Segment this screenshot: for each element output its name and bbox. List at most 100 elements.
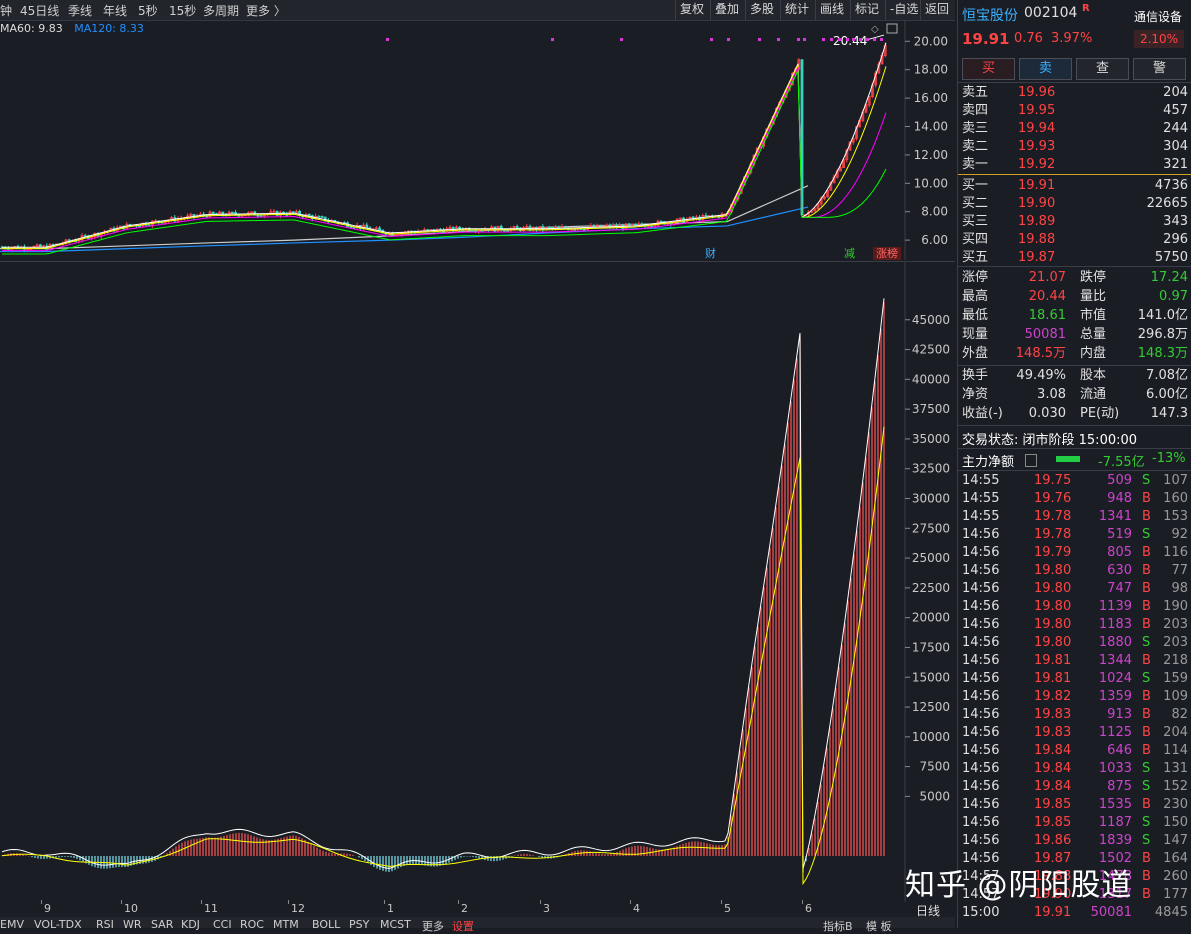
asks-row[interactable]: 卖一 19.92 321: [962, 156, 1188, 174]
buy-button[interactable]: 买: [962, 58, 1015, 80]
bids-row[interactable]: 买四 19.88 296: [962, 231, 1188, 249]
macd-chart[interactable]: 45000 42500 40000 37500 35000 32500 30000 27500…: [0, 262, 955, 902]
tick-row[interactable]: 14:56 19.80 630 B 77: [962, 562, 1188, 580]
query-button[interactable]: 查: [1076, 58, 1129, 80]
event-marker[interactable]: [830, 38, 833, 41]
bids-row[interactable]: 买一 19.91 4736: [962, 177, 1188, 195]
main-flow-label[interactable]: 主力净额: [962, 451, 1014, 470]
period-tab-7[interactable]: 更多 〉: [246, 2, 286, 19]
event-marker[interactable]: [803, 38, 806, 41]
indicator-tab-9[interactable]: BOLL: [312, 918, 340, 931]
tick-row[interactable]: 14:56 19.80 747 B 98: [962, 580, 1188, 598]
tick-row[interactable]: 14:56 19.85 1535 B 230: [962, 796, 1188, 814]
indicator-tab-12[interactable]: 更多: [422, 918, 444, 934]
period-tab-2[interactable]: 季线: [68, 2, 92, 19]
indicator-tab-4[interactable]: SAR: [151, 918, 173, 931]
industry-label[interactable]: 通信设备: [1134, 8, 1182, 25]
event-marker[interactable]: [838, 38, 841, 41]
tick-row[interactable]: 14:55 19.78 1341 B 153: [962, 508, 1188, 526]
indicator-tab-1[interactable]: VOL-TDX: [34, 918, 82, 931]
asks-row[interactable]: 卖二 19.93 304: [962, 138, 1188, 156]
indicator-tab-5[interactable]: KDJ: [181, 918, 200, 931]
event-marker[interactable]: [727, 38, 730, 41]
event-marker[interactable]: [551, 38, 554, 41]
tool-button-0[interactable]: 复权: [675, 0, 708, 20]
event-marker[interactable]: [859, 38, 862, 41]
event-marker[interactable]: [846, 38, 849, 41]
tick-row[interactable]: 14:56 19.80 1183 B 203: [962, 616, 1188, 634]
price-chart[interactable]: 20.00 18.00 16.00 14.00 12.00 10.00 8.00 6.00 20…: [0, 20, 955, 260]
period-tab-3[interactable]: 年线: [103, 2, 127, 19]
tick-row[interactable]: 14:56 19.84 1033 S 131: [962, 760, 1188, 778]
event-marker[interactable]: [386, 38, 389, 41]
stat-value: 17.24: [1150, 270, 1188, 285]
tick-row[interactable]: 14:55 19.76 948 B 160: [962, 490, 1188, 508]
tick-row[interactable]: 14:56 19.83 913 B 82: [962, 706, 1188, 724]
tick-row[interactable]: 14:56 19.81 1024 S 159: [962, 670, 1188, 688]
limit-up-marker[interactable]: 涨榜: [876, 246, 898, 260]
asks-row[interactable]: 卖五 19.96 204: [962, 84, 1188, 102]
tick-row[interactable]: 14:56 19.80 1139 B 190: [962, 598, 1188, 616]
tick-row[interactable]: 14:56 19.79 805 B 116: [962, 544, 1188, 562]
period-tab-0[interactable]: 钟: [0, 2, 12, 19]
tool-button-2[interactable]: 多股: [745, 0, 778, 20]
indicator-tab-15[interactable]: 模 板: [866, 918, 892, 934]
period-tab-5[interactable]: 15秒: [169, 2, 196, 19]
tool-button-1[interactable]: 叠加: [710, 0, 743, 20]
asks-row[interactable]: 卖三 19.94 244: [962, 120, 1188, 138]
period-tab-1[interactable]: 45日线: [20, 2, 59, 19]
tick-row[interactable]: 15:00 19.91 50081 4845: [962, 904, 1188, 922]
event-marker[interactable]: [777, 38, 780, 41]
tick-volume: 509: [1107, 473, 1132, 488]
indicator-tab-11[interactable]: MCST: [380, 918, 411, 931]
diamond-icon[interactable]: ◇: [871, 24, 879, 35]
tick-row[interactable]: 14:56 19.84 646 B 114: [962, 742, 1188, 760]
event-marker[interactable]: [866, 38, 869, 41]
event-marker[interactable]: [822, 38, 825, 41]
event-marker[interactable]: [758, 38, 761, 41]
indicator-tab-8[interactable]: MTM: [273, 918, 299, 931]
event-marker[interactable]: [852, 38, 855, 41]
event-marker[interactable]: [797, 38, 800, 41]
tick-row[interactable]: 14:56 19.83 1125 B 204: [962, 724, 1188, 742]
indicator-tab-10[interactable]: PSY: [349, 918, 369, 931]
tick-row[interactable]: 14:56 19.82 1359 B 109: [962, 688, 1188, 706]
bids-row[interactable]: 买五 19.87 5750: [962, 249, 1188, 267]
indicator-tab-14[interactable]: 指标B: [823, 918, 853, 934]
tool-button-4[interactable]: 画线: [815, 0, 848, 20]
bids-row[interactable]: 买三 19.89 343: [962, 213, 1188, 231]
tool-button-3[interactable]: 统计: [780, 0, 813, 20]
indicator-tab-7[interactable]: ROC: [240, 918, 264, 931]
asks-row[interactable]: 卖四 19.95 457: [962, 102, 1188, 120]
tool-button-7[interactable]: 返回: [920, 0, 953, 20]
window-icon[interactable]: [886, 23, 898, 34]
event-marker[interactable]: [710, 38, 713, 41]
period-tab-6[interactable]: 多周期: [203, 2, 239, 19]
indicator-tab-2[interactable]: RSI: [96, 918, 114, 931]
tool-button-5[interactable]: 标记: [850, 0, 883, 20]
stat-value: 3.08: [1037, 387, 1066, 402]
indicator-tab-6[interactable]: CCI: [213, 918, 232, 931]
indicator-tab-13[interactable]: 设置: [452, 918, 474, 934]
tick-row[interactable]: 14:56 19.81 1344 B 218: [962, 652, 1188, 670]
event-marker[interactable]: [873, 38, 876, 41]
tick-row[interactable]: 14:56 19.84 875 S 152: [962, 778, 1188, 796]
tool-button-6[interactable]: -自选: [885, 0, 922, 20]
tick-row[interactable]: 14:56 19.86 1839 S 147: [962, 832, 1188, 850]
list-icon[interactable]: [1025, 454, 1037, 467]
sell-button[interactable]: 卖: [1019, 58, 1072, 80]
tick-row[interactable]: 14:56 19.78 519 S 92: [962, 526, 1188, 544]
event-marker[interactable]: [620, 38, 623, 41]
reduce-marker[interactable]: 减: [844, 247, 855, 260]
stock-name[interactable]: 恒宝股份: [962, 5, 1018, 25]
bids-row[interactable]: 买二 19.90 22665: [962, 195, 1188, 213]
event-marker[interactable]: [880, 38, 883, 41]
alert-button[interactable]: 警: [1133, 58, 1186, 80]
indicator-tab-0[interactable]: EMV: [0, 918, 24, 931]
indicator-tab-3[interactable]: WR: [123, 918, 142, 931]
tick-row[interactable]: 14:55 19.75 509 S 107: [962, 472, 1188, 490]
tick-row[interactable]: 14:56 19.85 1187 S 150: [962, 814, 1188, 832]
tick-row[interactable]: 14:56 19.80 1880 S 203: [962, 634, 1188, 652]
period-tab-4[interactable]: 5秒: [138, 2, 158, 19]
finance-marker[interactable]: 财: [705, 246, 716, 260]
